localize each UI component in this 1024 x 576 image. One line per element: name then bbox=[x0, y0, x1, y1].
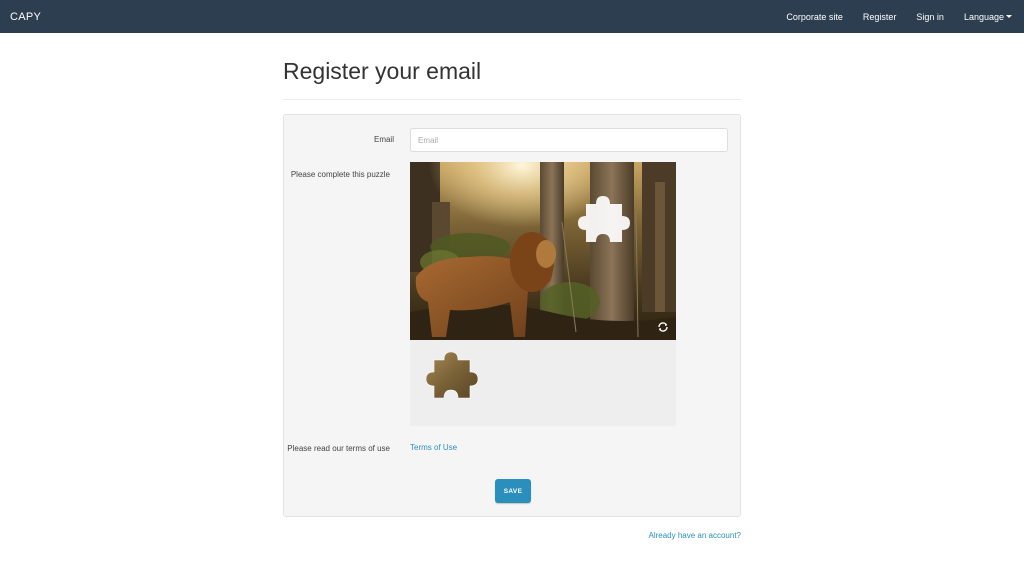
title-divider bbox=[283, 99, 741, 100]
refresh-icon[interactable] bbox=[657, 321, 669, 333]
language-label: Language bbox=[963, 11, 1004, 22]
already-have-account-link[interactable]: Already have an account? bbox=[648, 531, 741, 540]
nav-register-link[interactable]: Register bbox=[863, 12, 897, 22]
captcha-puzzle-image bbox=[410, 162, 676, 340]
terms-of-use-link[interactable]: Terms of Use bbox=[410, 443, 457, 452]
puzzle-label: Please complete this puzzle bbox=[290, 170, 390, 179]
email-input[interactable] bbox=[410, 128, 728, 152]
terms-label: Please read our terms of use bbox=[287, 444, 390, 453]
brand-logo[interactable]: CAPY bbox=[10, 11, 41, 23]
caret-down-icon bbox=[1006, 15, 1012, 18]
nav-links: Corporate site Register Sign in Language bbox=[766, 12, 1014, 22]
puzzle-piece[interactable] bbox=[426, 350, 482, 400]
email-label: Email bbox=[373, 135, 394, 144]
register-form-panel: Email Please complete this puzzle bbox=[283, 114, 741, 517]
puzzle-piece-tray bbox=[410, 340, 676, 426]
language-dropdown[interactable]: Language bbox=[964, 12, 1012, 22]
nav-corporate-site-link[interactable]: Corporate site bbox=[786, 12, 843, 22]
page-title: Register your email bbox=[283, 58, 482, 84]
top-navbar: CAPY Corporate site Register Sign in Lan… bbox=[0, 0, 1024, 33]
save-button[interactable]: SAVE bbox=[495, 479, 531, 503]
nav-sign-in-link[interactable]: Sign in bbox=[916, 12, 944, 22]
lion-forest-image bbox=[410, 162, 676, 340]
